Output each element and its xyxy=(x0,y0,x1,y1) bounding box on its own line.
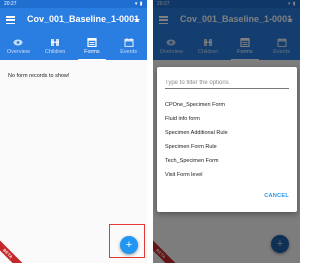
tab-forms[interactable]: Forms xyxy=(74,33,111,60)
tab-label: Events xyxy=(120,49,138,55)
form-options-list: CPOne_Specimen Form Fluid info form Spec… xyxy=(165,101,289,185)
status-icons: ▾ ▮ xyxy=(134,1,143,7)
cancel-button[interactable]: CANCEL xyxy=(264,193,289,199)
right-screen: 20:27 ▾ ▮ Cov_001_Baseline_1-0001 Overvi… xyxy=(153,0,300,263)
tab-bar: Overview Children Forms Events xyxy=(0,33,147,60)
form-option[interactable]: Specimen Form Rule xyxy=(165,143,289,157)
children-icon xyxy=(50,38,60,47)
screenshot-root: 20:27 ▾ ▮ Cov_001_Baseline_1-0001 Overvi… xyxy=(0,0,300,263)
menu-icon[interactable] xyxy=(6,16,15,25)
select-form-dialog: CPOne_Specimen Form Fluid info form Spec… xyxy=(157,67,297,212)
tab-events[interactable]: Events xyxy=(110,33,147,60)
status-bar: 20:27 ▾ ▮ xyxy=(0,0,147,8)
tab-label: Forms xyxy=(84,49,100,55)
events-icon xyxy=(124,38,134,47)
filter-input[interactable] xyxy=(165,77,289,89)
forms-icon xyxy=(87,38,97,47)
eye-icon xyxy=(13,38,23,47)
form-option[interactable]: Specimen Additional Rule xyxy=(165,129,289,143)
form-option[interactable]: Fluid info form xyxy=(165,115,289,129)
app-bar: Cov_001_Baseline_1-0001 xyxy=(0,8,147,33)
chevron-down-icon[interactable] xyxy=(134,19,140,22)
add-form-button[interactable]: + xyxy=(120,236,138,254)
left-screen: 20:27 ▾ ▮ Cov_001_Baseline_1-0001 Overvi… xyxy=(0,0,147,263)
form-option[interactable]: CPOne_Specimen Form xyxy=(165,101,289,115)
form-option[interactable]: Visit Form level xyxy=(165,171,289,185)
tab-label: Children xyxy=(44,49,66,55)
page-title: Cov_001_Baseline_1-0001 xyxy=(27,14,140,24)
form-option[interactable]: Tech_Specimen Form xyxy=(165,157,289,171)
tab-children[interactable]: Children xyxy=(37,33,74,60)
tab-overview[interactable]: Overview xyxy=(0,33,37,60)
tab-label: Overview xyxy=(6,49,30,55)
status-time: 20:27 xyxy=(4,1,17,7)
empty-state-message: No form records to show! xyxy=(8,73,70,79)
